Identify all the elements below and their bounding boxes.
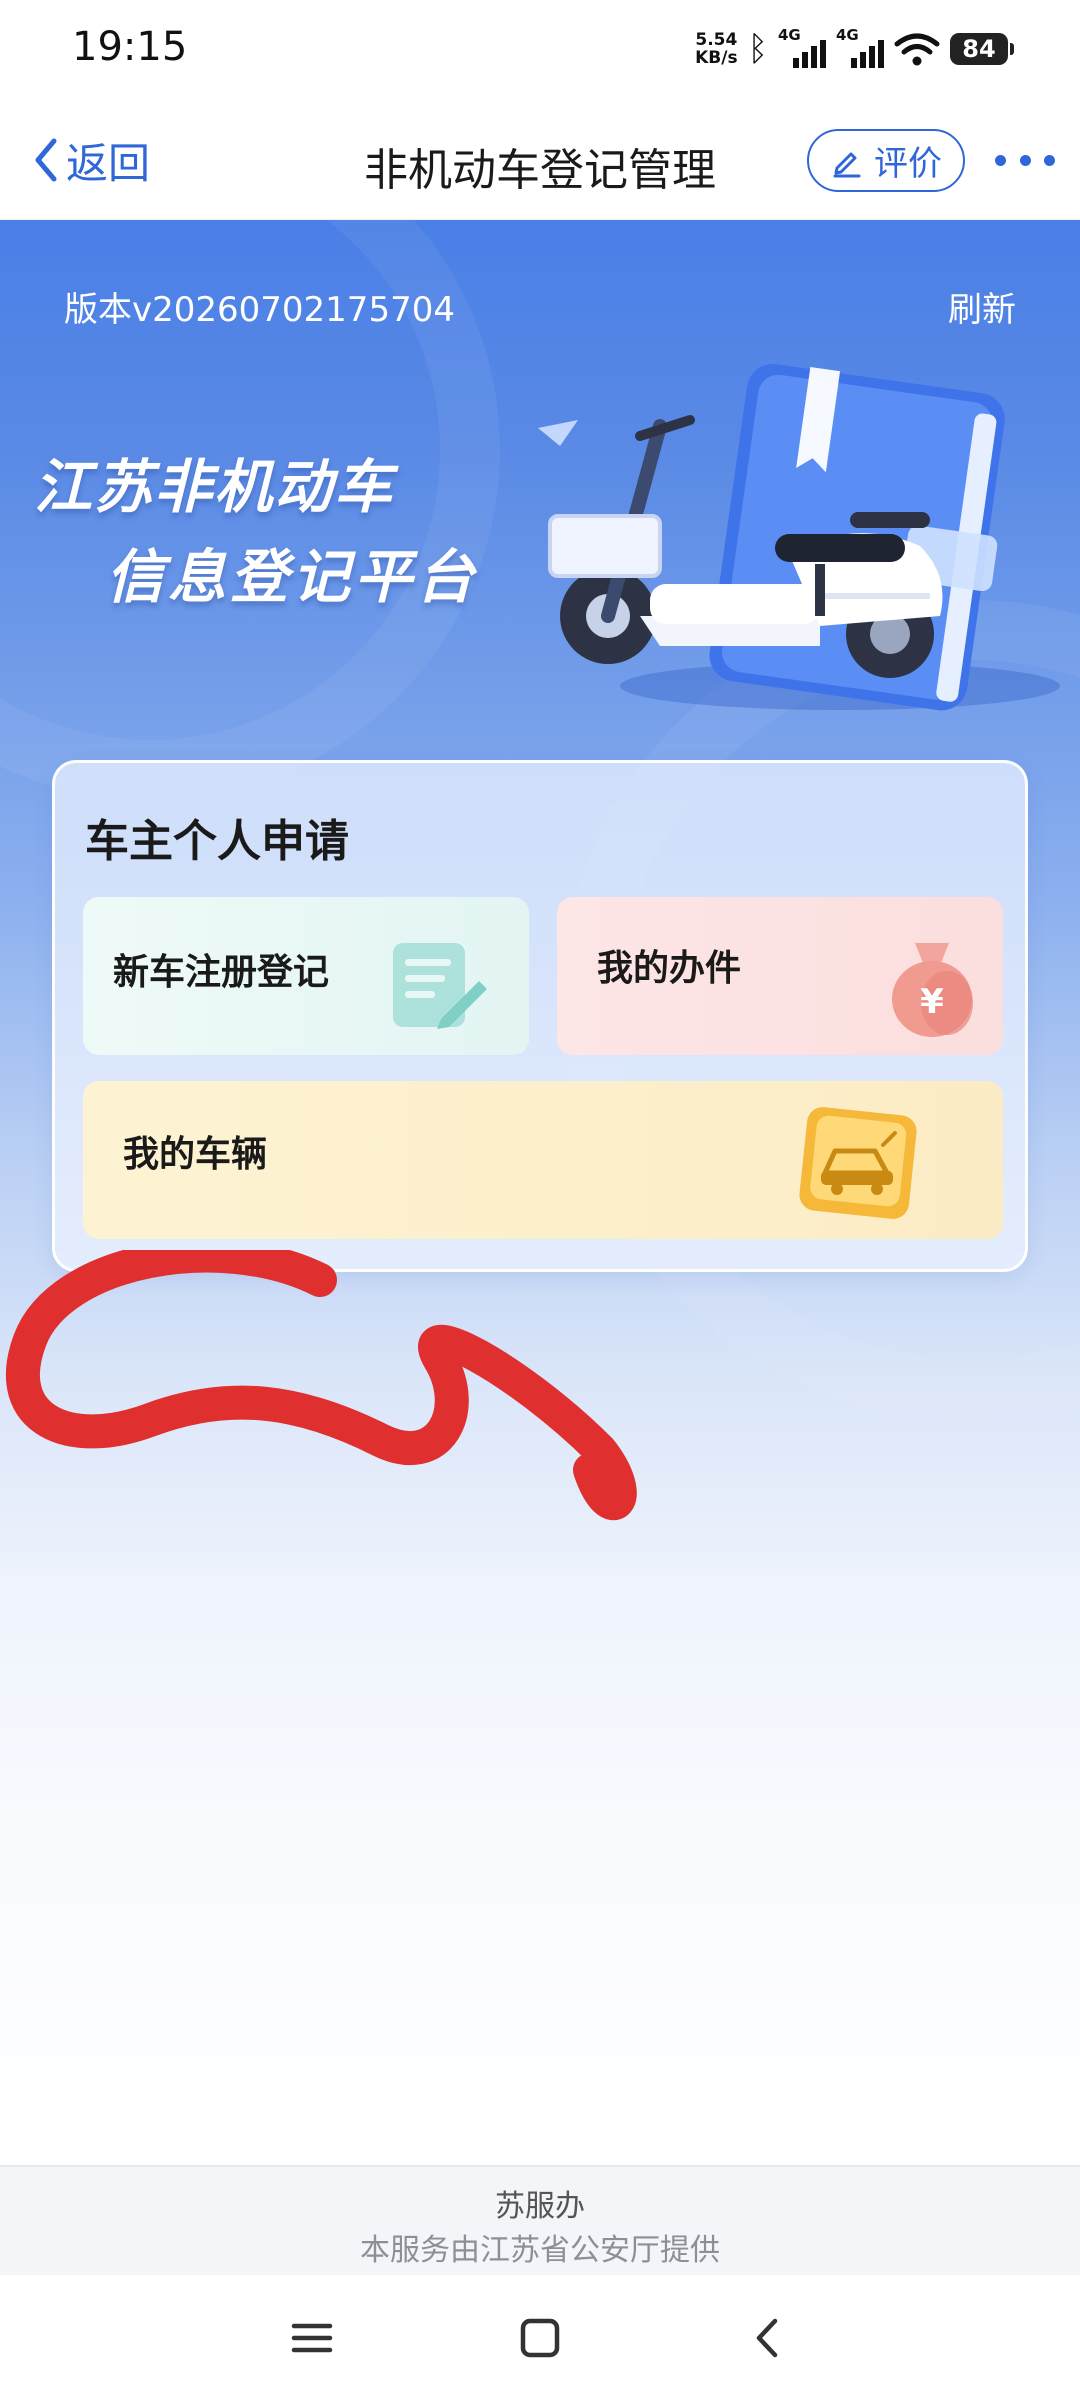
home-icon[interactable]: [515, 2313, 565, 2363]
rate-button[interactable]: 评价: [807, 129, 965, 192]
tile-label: 我的办件: [597, 948, 742, 989]
new-vehicle-registration-tile[interactable]: 新车注册登记: [83, 897, 529, 1055]
card-title: 车主个人申请: [85, 816, 349, 867]
rate-label: 评价: [874, 144, 942, 184]
tile-label: 新车注册登记: [113, 952, 330, 993]
version-text: 版本v20260702175704: [64, 290, 455, 330]
money-bag-icon: ¥: [892, 943, 973, 1037]
tile-label: 我的车辆: [123, 1134, 268, 1175]
svg-text:¥: ¥: [920, 982, 944, 1022]
edit-pen-icon: [833, 152, 861, 177]
platform-brand-title: 江苏非机动车 信息登记平台: [34, 440, 478, 614]
owner-application-card: 车主个人申请 新车注册登记 我的办件 ¥ 我的车辆: [52, 760, 1028, 1272]
battery-icon: 84: [950, 33, 1014, 65]
dot-icon: [1044, 154, 1055, 166]
brand-line-1: 江苏非机动车: [34, 453, 395, 521]
nav-bar: 返回 非机动车登记管理 评价: [0, 100, 1080, 220]
status-bar: 19:15 5.54 KB/s ᛒ 4G 4G 84: [0, 0, 1080, 100]
wifi-icon: [894, 33, 940, 66]
system-navigation-bar: [0, 2275, 1080, 2400]
network-speed-value: 5.54: [695, 30, 738, 50]
menu-icon[interactable]: [287, 2313, 337, 2363]
network-speed: 5.54 KB/s: [695, 31, 737, 67]
dot-icon: [1019, 154, 1031, 166]
battery-level: 84: [962, 35, 996, 63]
status-icons: 5.54 KB/s ᛒ 4G 4G 84: [695, 26, 1014, 72]
dot-icon: [995, 154, 1006, 166]
network-speed-unit: KB/s: [695, 48, 738, 68]
provider-name: 苏服办: [495, 2189, 585, 2224]
bluetooth-icon: ᛒ: [747, 29, 768, 69]
provider-note: 本服务由江苏省公安厅提供: [360, 2233, 720, 2268]
brand-line-2: 信息登记平台: [106, 543, 479, 611]
my-cases-tile[interactable]: 我的办件 ¥: [557, 897, 1003, 1055]
red-circle-annotation: [6, 1250, 637, 1521]
cellular-signal-icon: 4G: [836, 26, 884, 68]
document-pen-icon: [393, 943, 487, 1029]
car-sign-icon: [799, 1107, 917, 1219]
my-vehicles-tile[interactable]: 我的车辆: [83, 1081, 1003, 1239]
scooter-book-illustration: [538, 364, 1060, 711]
status-time: 19:15: [72, 24, 188, 70]
more-options-button[interactable]: [995, 142, 1055, 178]
service-footer: 苏服办 本服务由江苏省公安厅提供: [0, 2165, 1080, 2275]
back-icon[interactable]: [743, 2313, 793, 2363]
cellular-signal-icon: 4G: [778, 26, 826, 68]
main-content: 版本v20260702175704 刷新 江苏非机动车 信息登记平台 车主个人申…: [0, 220, 1080, 2165]
